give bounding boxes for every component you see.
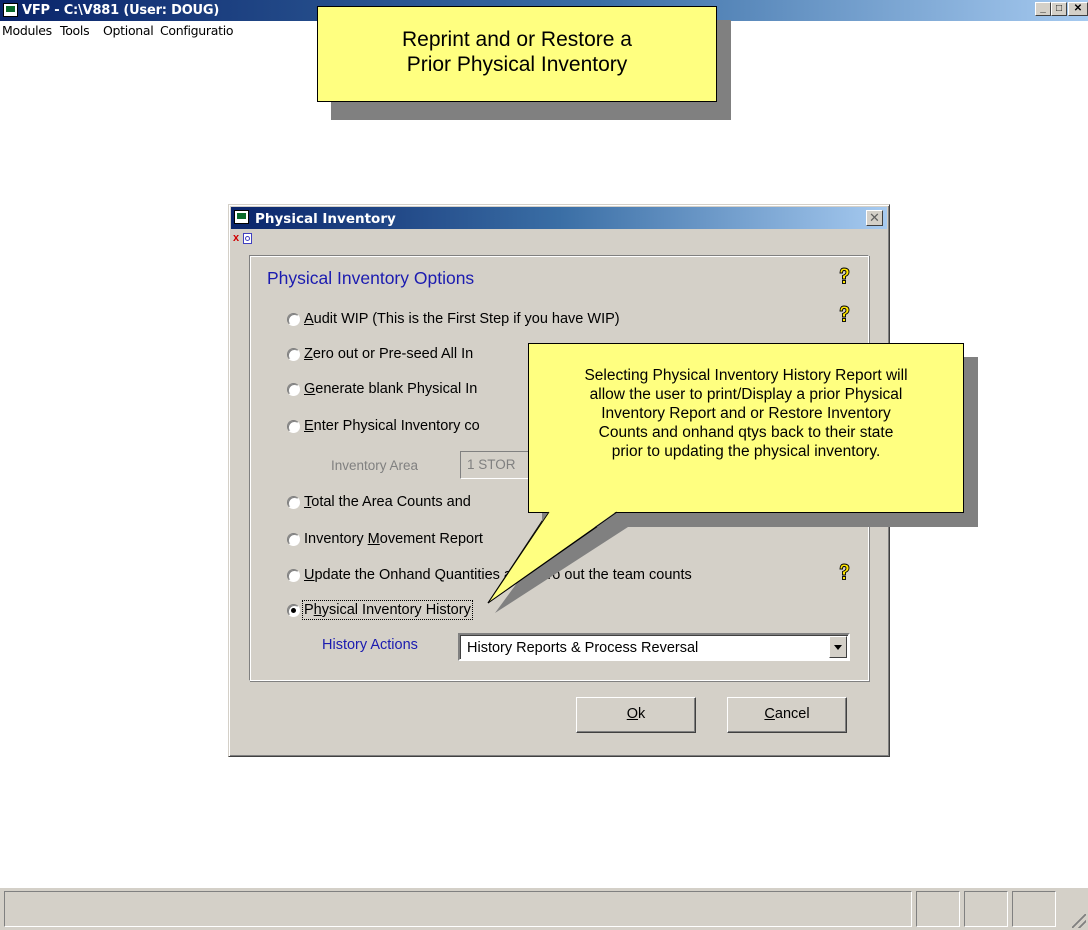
mini-close-icon[interactable]: x: [233, 233, 242, 244]
callout-line1: Selecting Physical Inventory History Rep…: [584, 367, 908, 384]
radio-button[interactable]: [287, 569, 300, 582]
status-bar: [0, 887, 1088, 930]
dialog-close-icon[interactable]: ✕: [866, 210, 883, 226]
callout-line2: allow the user to print/Display a prior …: [589, 386, 903, 403]
option-label: Audit WIP (This is the First Step if you…: [304, 311, 620, 327]
dialog-title: Physical Inventory: [255, 211, 396, 227]
chevron-down-icon[interactable]: [829, 636, 847, 658]
dialog-app-icon: [234, 210, 249, 224]
menu-optional[interactable]: Optional: [103, 23, 154, 38]
radio-button[interactable]: [287, 533, 300, 546]
cancel-button[interactable]: Cancel: [727, 697, 847, 733]
callout-line4: Counts and onhand qtys back to their sta…: [598, 424, 894, 441]
status-pane: [1012, 891, 1056, 927]
option-label: Inventory Movement Report: [304, 531, 483, 547]
window-title: VFP - C:\V881 (User: DOUG): [22, 3, 220, 18]
status-main-pane: [4, 891, 912, 927]
callout-title-line1: Reprint and or Restore a: [402, 28, 632, 51]
option-label: Update the Onhand Quantities and zero ou…: [304, 567, 692, 583]
menu-tools[interactable]: Tools: [60, 23, 90, 38]
inventory-area-label: Inventory Area: [331, 458, 419, 473]
callout-line5: prior to updating the physical inventory…: [611, 443, 881, 460]
radio-button[interactable]: [287, 496, 300, 509]
radio-button[interactable]: [287, 383, 300, 396]
question-key-icon[interactable]: [837, 267, 851, 287]
resize-grip-icon[interactable]: [1072, 914, 1086, 928]
menu-modules[interactable]: Modules: [2, 23, 52, 38]
callout-explanation: Selecting Physical Inventory History Rep…: [528, 343, 964, 513]
status-pane: [964, 891, 1008, 927]
minimize-icon[interactable]: _: [1035, 2, 1051, 16]
inventory-area-field[interactable]: 1 STOR: [460, 451, 532, 479]
callout-title: Reprint and or Restore a Prior Physical …: [317, 6, 717, 102]
status-pane: [916, 891, 960, 927]
ok-button[interactable]: Ok: [576, 697, 696, 733]
question-key-icon[interactable]: [837, 563, 851, 583]
callout-title-line2: Prior Physical Inventory: [406, 53, 628, 76]
history-actions-select[interactable]: History Reports & Process Reversal: [458, 633, 850, 661]
option-label: Generate blank Physical In: [304, 381, 478, 397]
radio-button[interactable]: [287, 420, 300, 433]
option-label: Total the Area Counts and: [304, 494, 471, 510]
history-actions-value: History Reports & Process Reversal: [467, 640, 699, 656]
option-label: Physical Inventory History: [302, 600, 473, 620]
radio-button-selected[interactable]: [287, 604, 300, 617]
option-label: Enter Physical Inventory co: [304, 418, 480, 434]
radio-button[interactable]: [287, 313, 300, 326]
app-icon: [3, 3, 18, 17]
close-icon[interactable]: ✕: [1068, 2, 1088, 16]
maximize-icon[interactable]: □: [1051, 2, 1067, 16]
menu-configuration[interactable]: Configuratio: [160, 23, 234, 38]
callout-line3: Inventory Report and or Restore Inventor…: [601, 405, 891, 422]
dialog-title-bar[interactable]: Physical Inventory ✕: [231, 207, 887, 229]
question-key-icon[interactable]: [837, 305, 851, 325]
history-actions-label: History Actions: [322, 637, 418, 653]
radio-button[interactable]: [287, 348, 300, 361]
group-title: Physical Inventory Options: [267, 268, 475, 288]
mini-option-icon[interactable]: [243, 233, 252, 244]
option-label: Zero out or Pre-seed All In: [304, 346, 474, 362]
